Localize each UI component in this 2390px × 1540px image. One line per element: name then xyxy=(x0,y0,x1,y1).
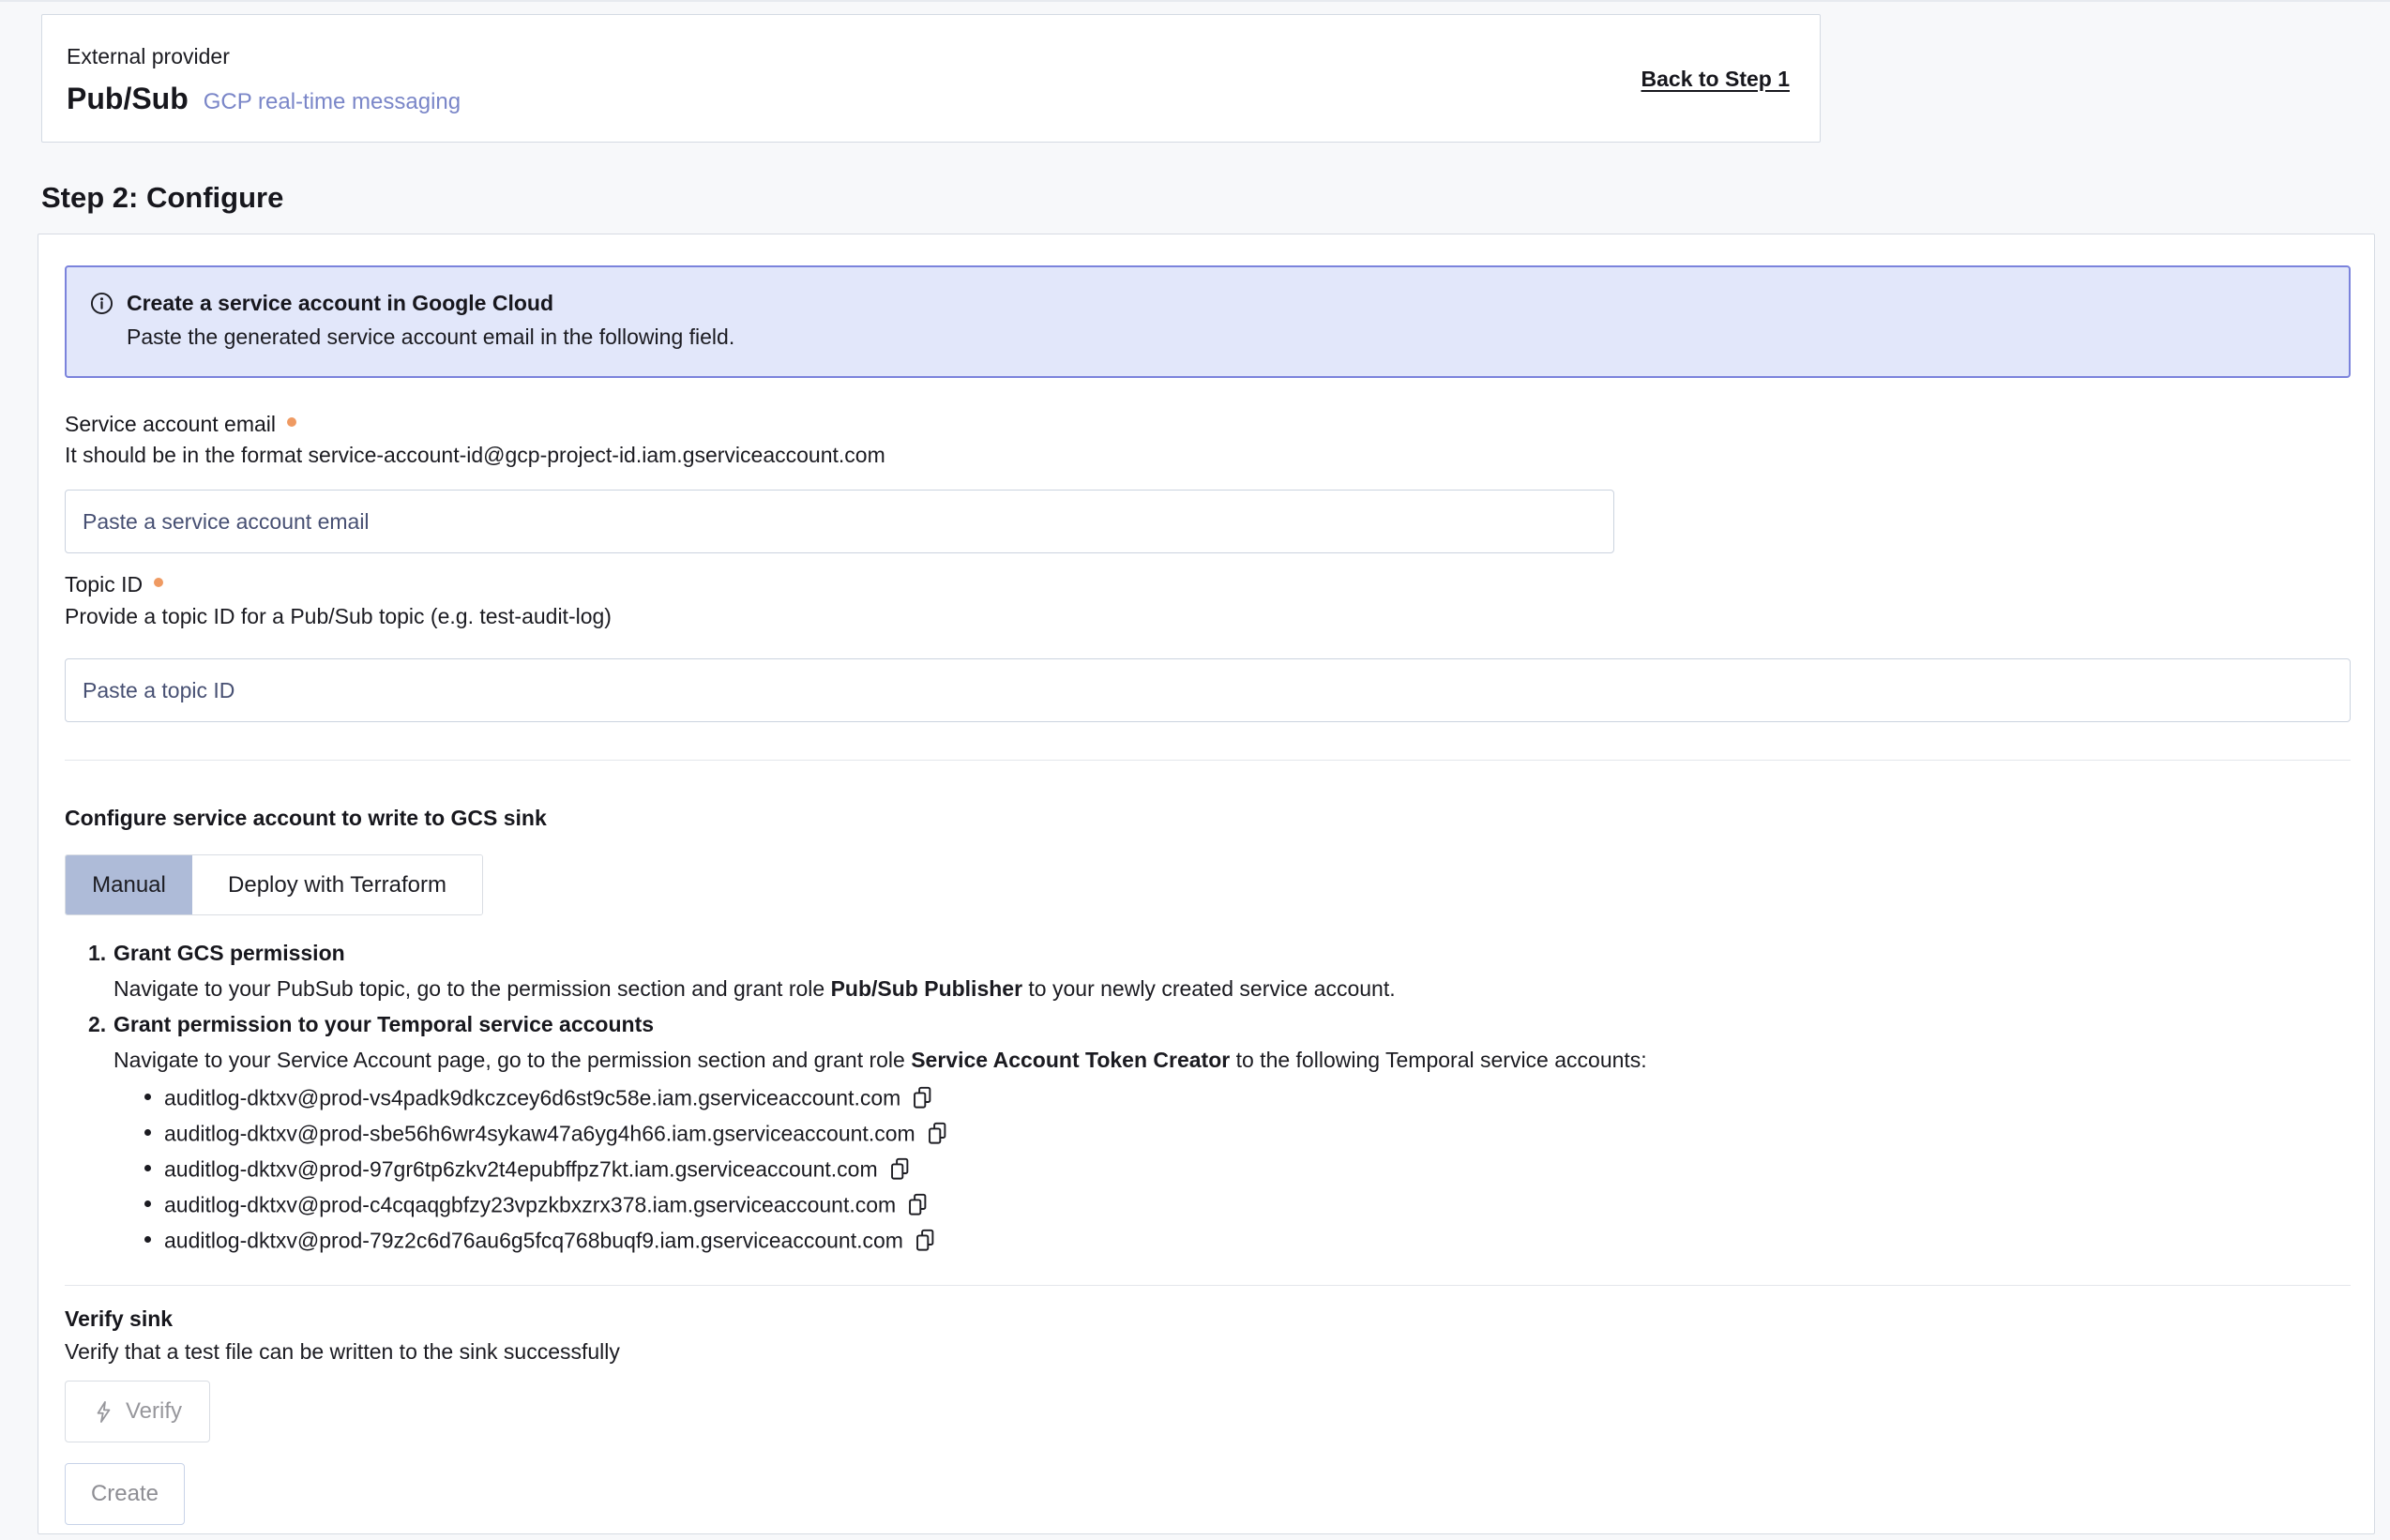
service-account-email-input[interactable] xyxy=(65,490,1614,553)
provider-description: GCP real-time messaging xyxy=(204,89,461,115)
step-1-title: Grant GCS permission xyxy=(113,938,345,968)
tab-manual[interactable]: Manual xyxy=(66,855,192,914)
provider-card: External provider Pub/Sub GCP real-time … xyxy=(41,14,1821,143)
step-2-body: Navigate to your Service Account page, g… xyxy=(113,1045,2351,1075)
copy-icon[interactable] xyxy=(926,1121,949,1146)
step-2-title: Grant permission to your Temporal servic… xyxy=(113,1009,654,1039)
verify-button-label: Verify xyxy=(126,1398,182,1425)
step-number: 2. xyxy=(88,1009,113,1039)
info-banner: Create a service account in Google Cloud… xyxy=(65,265,2351,378)
info-icon xyxy=(89,291,114,316)
list-item: auditlog-dktxv@prod-c4cqaqgbfzy23vpzkbxz… xyxy=(164,1191,2351,1227)
provider-name: Pub/Sub xyxy=(67,81,189,116)
provider-info: External provider Pub/Sub GCP real-time … xyxy=(67,43,461,116)
list-item: auditlog-dktxv@prod-79z2c6d76au6g5fcq768… xyxy=(164,1227,2351,1262)
service-account-email: auditlog-dktxv@prod-79z2c6d76au6g5fcq768… xyxy=(164,1228,903,1252)
copy-icon[interactable] xyxy=(888,1156,912,1182)
service-account-email: auditlog-dktxv@prod-vs4padk9dkczcey6d6st… xyxy=(164,1085,900,1110)
provider-title-row: Pub/Sub GCP real-time messaging xyxy=(67,81,461,116)
back-to-step-1-link[interactable]: Back to Step 1 xyxy=(1641,67,1791,92)
page-title: Step 2: Configure xyxy=(41,180,2390,216)
provider-eyebrow: External provider xyxy=(67,43,461,69)
topic-id-input[interactable] xyxy=(65,658,2351,722)
topic-id-helper: Provide a topic ID for a Pub/Sub topic (… xyxy=(65,602,2351,630)
list-item: auditlog-dktxv@prod-97gr6tp6zkv2t4epubff… xyxy=(164,1155,2351,1191)
required-dot xyxy=(154,578,163,587)
create-button[interactable]: Create xyxy=(65,1463,185,1525)
copy-icon[interactable] xyxy=(906,1192,930,1217)
info-banner-body: Paste the generated service account emai… xyxy=(127,320,2326,354)
required-dot xyxy=(287,417,296,427)
copy-icon[interactable] xyxy=(911,1085,934,1110)
service-account-email: auditlog-dktxv@prod-c4cqaqgbfzy23vpzkbxz… xyxy=(164,1192,896,1216)
verify-sink-description: Verify that a test file can be written t… xyxy=(65,1337,2351,1366)
divider xyxy=(65,760,2351,761)
service-account-email-label: Service account email xyxy=(65,410,2351,438)
verify-sink-title: Verify sink xyxy=(65,1305,2351,1333)
copy-icon[interactable] xyxy=(914,1228,937,1253)
step-1-body: Navigate to your PubSub topic, go to the… xyxy=(113,974,2351,1004)
service-account-list: auditlog-dktxv@prod-vs4padk9dkczcey6d6st… xyxy=(147,1084,2351,1262)
sink-section-title: Configure service account to write to GC… xyxy=(65,804,2351,832)
sink-config-tabs: Manual Deploy with Terraform xyxy=(65,854,483,915)
list-item: auditlog-dktxv@prod-sbe56h6wr4sykaw47a6y… xyxy=(164,1120,2351,1155)
lightning-bolt-icon xyxy=(93,1399,114,1425)
configure-card: Create a service account in Google Cloud… xyxy=(38,234,2375,1534)
list-item: auditlog-dktxv@prod-vs4padk9dkczcey6d6st… xyxy=(164,1084,2351,1120)
step-1-header: 1. Grant GCS permission xyxy=(65,938,2351,968)
service-account-email: auditlog-dktxv@prod-sbe56h6wr4sykaw47a6y… xyxy=(164,1121,915,1145)
topic-id-label: Topic ID xyxy=(65,570,2351,598)
info-banner-title: Create a service account in Google Cloud xyxy=(127,291,553,316)
instruction-steps: 1. Grant GCS permission Navigate to your… xyxy=(65,938,2351,1262)
page: External provider Pub/Sub GCP real-time … xyxy=(0,14,2390,1534)
divider xyxy=(65,1285,2351,1286)
service-account-email: auditlog-dktxv@prod-97gr6tp6zkv2t4epubff… xyxy=(164,1156,878,1181)
step-2-header: 2. Grant permission to your Temporal ser… xyxy=(65,1009,2351,1039)
tab-deploy-with-terraform[interactable]: Deploy with Terraform xyxy=(192,855,482,914)
verify-button[interactable]: Verify xyxy=(65,1381,210,1442)
service-account-email-helper: It should be in the format service-accou… xyxy=(65,441,2351,469)
step-number: 1. xyxy=(88,938,113,968)
create-button-label: Create xyxy=(91,1481,159,1507)
